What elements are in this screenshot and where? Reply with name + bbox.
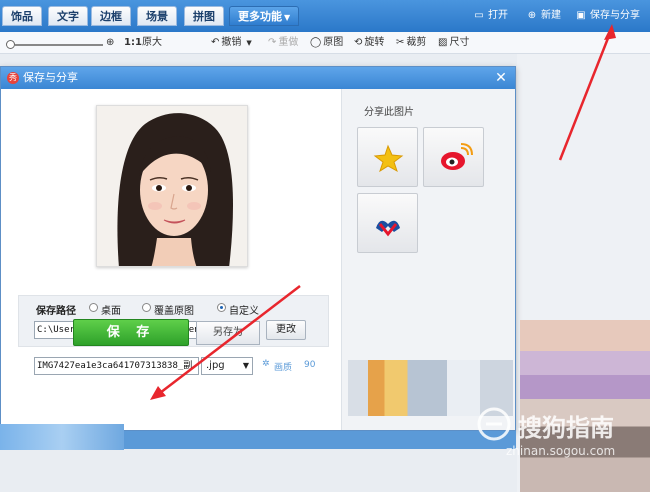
save-share-button[interactable]: ▣ 保存与分享	[575, 8, 640, 24]
portrait-image	[97, 106, 247, 266]
zoom-in-icon[interactable]: ⊕	[106, 36, 114, 50]
radio-custom[interactable]	[217, 303, 226, 312]
scissors-icon: ✂	[396, 37, 405, 48]
rotate-icon: ⟲	[354, 37, 363, 48]
tab-more-label: 更多功能	[238, 10, 282, 23]
share-qzone-button[interactable]	[357, 127, 418, 187]
open-button[interactable]: ▭ 打开	[473, 8, 508, 24]
share-label: 分享此图片	[364, 107, 414, 118]
redo-button[interactable]: ↷ 重做	[268, 36, 298, 50]
format-value: .jpg	[206, 360, 225, 371]
weibo-icon	[441, 143, 473, 170]
radio-desktop[interactable]	[89, 303, 98, 312]
save-path-label: 保存路径	[36, 306, 76, 317]
filename-input[interactable]: IMG7427ea1e3ca641707313838_副	[34, 357, 199, 375]
floppy-disk-icon: ▣	[576, 10, 586, 21]
dialog-title: 保存与分享	[23, 71, 78, 84]
share-renren-button[interactable]	[357, 193, 418, 253]
size-label: 尺寸	[449, 37, 470, 48]
chevron-down-icon: ▼	[246, 39, 252, 47]
plus-circle-icon: ⊕	[527, 10, 537, 21]
format-select[interactable]: .jpg ▼	[201, 357, 253, 375]
original-image-label: 原图	[323, 37, 344, 48]
circle-icon: ◯	[310, 37, 322, 48]
qzone-star-icon	[373, 144, 404, 173]
preview-image	[96, 105, 248, 267]
watermark-brand: 搜狗指南	[518, 414, 614, 442]
new-button[interactable]: ⊕ 新建	[526, 8, 561, 24]
dialog-title-bar: 保存与分享	[1, 67, 515, 89]
undo-button[interactable]: ↶ 撤销 ▼	[211, 36, 252, 50]
undo-label: 撤销	[221, 37, 242, 48]
chevron-down-icon: ▼	[284, 13, 291, 22]
tab-accessories[interactable]: 饰品	[2, 6, 42, 26]
tab-scene[interactable]: 场景	[137, 6, 177, 26]
close-icon[interactable]: ✕	[493, 69, 509, 87]
size-button[interactable]: ▨ 尺寸	[438, 36, 469, 50]
quality-label: 画质	[274, 363, 293, 373]
original-size-button[interactable]: 原大	[142, 36, 162, 50]
open-label: 打开	[488, 10, 508, 21]
resize-icon: ▨	[438, 37, 448, 48]
renren-icon	[376, 220, 400, 237]
original-image-button[interactable]: ◯ 原图	[310, 36, 343, 50]
tab-more-functions[interactable]: 更多功能 ▼	[229, 6, 300, 26]
new-label: 新建	[541, 10, 561, 21]
rotate-button[interactable]: ⟲ 旋转	[354, 36, 384, 50]
folder-icon: ▭	[474, 10, 484, 21]
save-button[interactable]: 保 存	[73, 319, 189, 346]
radio-custom-label: 自定义	[229, 306, 259, 317]
crop-label: 裁剪	[406, 37, 427, 48]
redo-label: 重做	[278, 37, 299, 48]
quality-value: 90	[304, 360, 316, 370]
zoom-slider-handle[interactable]	[6, 40, 15, 49]
radio-overwrite[interactable]	[142, 303, 151, 312]
chevron-down-icon: ▼	[242, 361, 249, 370]
app-logo-icon: 秀	[7, 72, 19, 84]
crop-button[interactable]: ✂ 裁剪	[396, 36, 426, 50]
zoom-slider[interactable]	[15, 44, 103, 46]
save-share-label: 保存与分享	[590, 10, 640, 21]
rotate-label: 旋转	[364, 37, 385, 48]
undo-icon: ↶	[211, 37, 220, 48]
ratio-button[interactable]: 1:1	[124, 36, 142, 50]
gear-icon[interactable]: ✲	[262, 359, 270, 369]
tab-collage[interactable]: 拼图	[184, 6, 224, 26]
change-path-button[interactable]: 更改	[266, 320, 306, 340]
watermark-url: zhinan.sogou.com	[506, 444, 616, 458]
tab-text[interactable]: 文字	[48, 6, 88, 26]
tab-border[interactable]: 边框	[91, 6, 131, 26]
radio-desktop-label: 桌面	[101, 306, 121, 317]
save-as-button[interactable]: 另存为	[196, 321, 260, 345]
share-weibo-button[interactable]	[423, 127, 484, 187]
redo-icon: ↷	[268, 37, 277, 48]
blurred-region	[0, 424, 124, 450]
radio-overwrite-label: 覆盖原图	[154, 306, 194, 317]
